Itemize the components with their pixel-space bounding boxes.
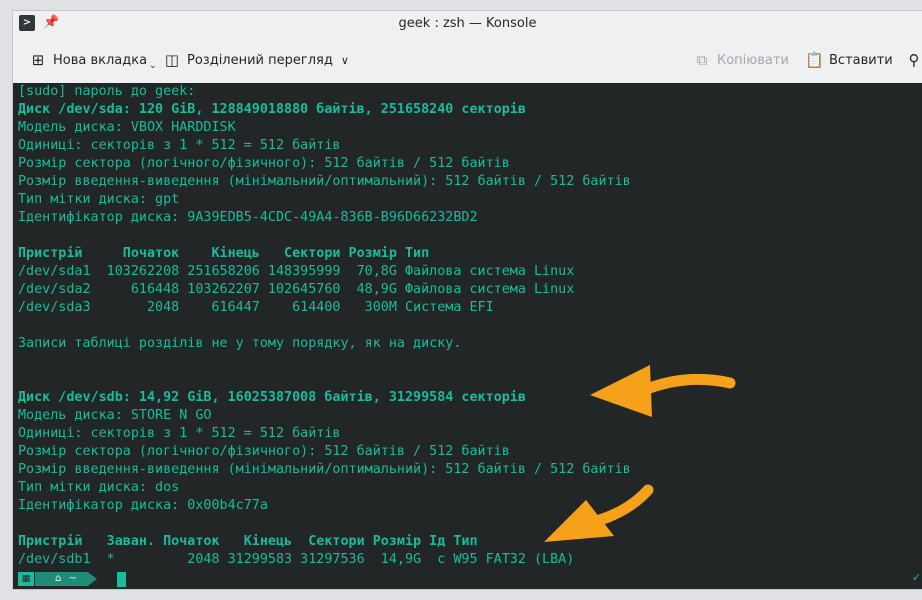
terminal-line: Ідентифікатор диска: 9A39EDB5-4CDC-49A4-… — [18, 210, 478, 225]
home-icon: ⌂ — [55, 573, 62, 584]
terminal-line: [sudo] пароль до geek: — [18, 84, 196, 99]
terminal-line: Пристрій Початок Кінець Сектори Розмір Т… — [18, 246, 430, 261]
new-tab-dropdown-icon[interactable]: ⌄ — [149, 61, 157, 71]
terminal-line: /dev/sda1 103262208 251658206 148395999 … — [18, 264, 575, 279]
terminal-line: Записи таблиці розділів не у тому порядк… — [18, 336, 462, 351]
terminal-line: Розмір введення-виведення (мінімальний/о… — [18, 174, 631, 189]
prompt-path: ~ — [68, 573, 77, 584]
split-view-icon: ◫ — [164, 51, 180, 69]
terminal-line: Тип мітки диска: gpt — [18, 192, 180, 207]
terminal-output[interactable]: [sudo] пароль до geek: Диск /dev/sda: 120… — [13, 83, 922, 569]
terminal-line: Тип мітки диска: dos — [18, 480, 180, 495]
terminal-line: Модель диска: STORE N GO — [18, 408, 212, 423]
toolbar: ⊞ Нова вкладка ⌄ ◫ Розділений перегляд ∨… — [13, 37, 922, 83]
konsole-window: > 📌 geek : zsh — Konsole ⊞ Нова вкладка … — [12, 10, 922, 590]
terminal-line: /dev/sdb1 * 2048 31299583 31297536 14,9G… — [18, 552, 575, 567]
terminal-line: Ідентифікатор диска: 0x00b4c77a — [18, 498, 268, 513]
window-title: geek : zsh — Konsole — [398, 16, 537, 31]
terminal-line: /dev/sda2 616448 103262207 102645760 48,… — [18, 282, 575, 297]
terminal-line: Розмір введення-виведення (мінімальний/о… — [18, 462, 631, 477]
paste-label: Вставити — [829, 52, 893, 68]
terminal-line: Розмір сектора (логічного/фізичного): 51… — [18, 444, 510, 459]
copy-label: Копіювати — [717, 52, 789, 68]
terminal-line: Пристрій Заван. Початок Кінець Сектори Р… — [18, 534, 478, 549]
terminal-line: /dev/sda3 2048 616447 614400 300M Систем… — [18, 300, 494, 315]
search-icon: ⚲ — [908, 51, 920, 69]
chevron-down-icon[interactable]: ∨ — [341, 54, 349, 67]
copy-button[interactable]: ⧉ Копіювати — [693, 37, 789, 83]
terminal-cursor — [117, 572, 126, 587]
terminal-line: Одиниці: секторів з 1 * 512 = 512 байтів — [18, 426, 341, 441]
new-tab-icon: ⊞ — [31, 51, 45, 69]
prompt-bar: ▦ ⌂ ~ ✓ — [13, 569, 922, 589]
terminal-line: Модель диска: VBOX HARDDISK — [18, 120, 236, 135]
os-logo-icon: ▦ — [18, 572, 34, 586]
prompt-path-segment: ⌂ ~ — [35, 572, 97, 586]
search-button[interactable]: ⚲ — [905, 37, 922, 83]
clipboard-icon: 📋 — [805, 51, 824, 69]
terminal-line: Розмір сектора (логічного/фізичного): 51… — [18, 156, 510, 171]
copy-icon: ⧉ — [696, 51, 708, 69]
new-tab-label: Нова вкладка — [53, 52, 148, 68]
terminal-line: Диск /dev/sda: 120 GiB, 128849018880 бай… — [18, 102, 526, 117]
split-view-label: Розділений перегляд — [187, 52, 333, 68]
terminal-line: Одиниці: секторів з 1 * 512 = 512 байтів — [18, 138, 341, 153]
terminal-line: Диск /dev/sdb: 14,92 GiB, 16025387008 ба… — [18, 390, 526, 405]
status-check-icon: ✓ — [911, 571, 921, 584]
paste-button[interactable]: 📋 Вставити — [805, 37, 893, 83]
split-view-button[interactable]: ◫ Розділений перегляд ∨ — [163, 37, 349, 83]
new-tab-button[interactable]: ⊞ Нова вкладка ⌄ — [29, 37, 157, 83]
title-bar: > 📌 geek : zsh — Konsole — [13, 11, 922, 37]
